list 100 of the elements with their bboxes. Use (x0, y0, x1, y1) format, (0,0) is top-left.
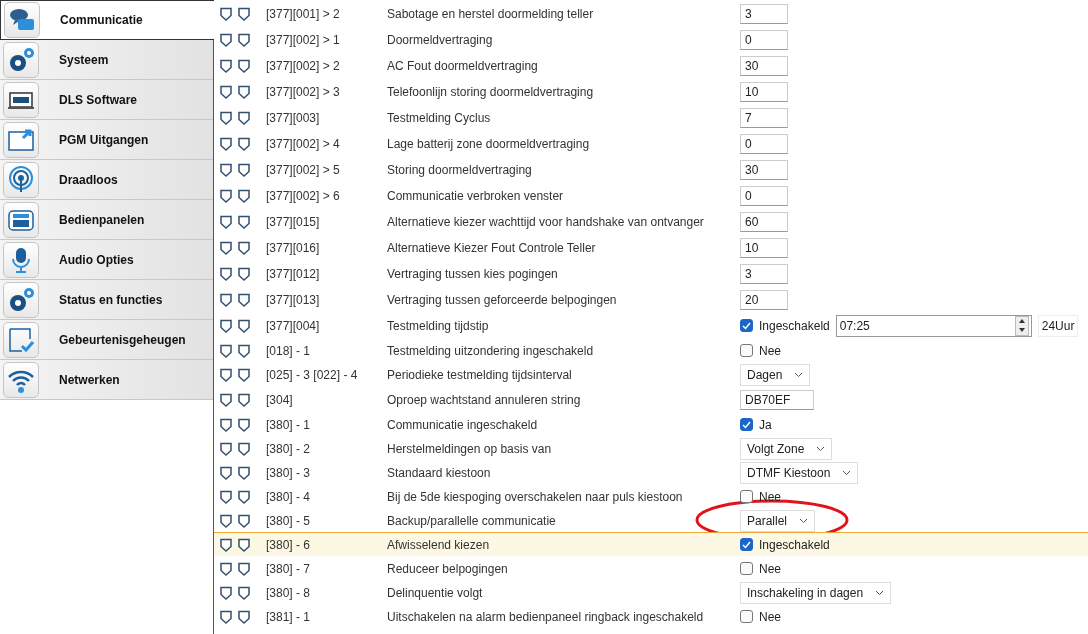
checkbox[interactable] (740, 319, 753, 332)
settings-row[interactable]: [377][016] Alternatieve Kiezer Fout Controle Teller 10 (214, 234, 1088, 260)
number-field[interactable]: 7 (740, 107, 788, 128)
settings-row[interactable]: [377][012] Vertraging tussen kies pogingen 3 (214, 260, 1088, 286)
sidebar-item[interactable]: Bedienpanelen (0, 200, 213, 240)
shield-icon[interactable] (220, 465, 232, 480)
shield-icon[interactable] (220, 392, 232, 407)
shield-icon[interactable] (220, 110, 232, 125)
settings-row[interactable]: [377][002] > 5 Storing doormeldvertraging 30 (214, 156, 1088, 182)
settings-row[interactable]: [381] - 1 Uitschakelen na alarm bedienpaneel ringback ingeschakeld Nee (214, 604, 1088, 628)
sidebar-item[interactable]: Status en functies (0, 280, 213, 320)
settings-row[interactable]: [377][002] > 2 AC Fout doormeldvertraging 30 (214, 52, 1088, 78)
shield-icon[interactable] (220, 162, 232, 177)
sidebar-item[interactable]: Audio Opties (0, 240, 213, 280)
sidebar-item[interactable]: Gebeurtenisgeheugen (0, 320, 213, 360)
settings-row[interactable]: [377][002] > 6 Communicatie verbroken venster 0 (214, 182, 1088, 208)
sidebar-item[interactable]: PGM Uitgangen (0, 120, 213, 160)
shield-icon[interactable] (220, 240, 232, 255)
shield-icon[interactable] (238, 561, 250, 576)
settings-row[interactable]: [377][001] > 2 Sabotage en herstel doormelding teller 3 (214, 0, 1088, 26)
settings-row[interactable]: [377][003] Testmelding Cyclus 7 (214, 104, 1088, 130)
shield-icon[interactable] (220, 417, 232, 432)
shield-icon[interactable] (238, 266, 250, 281)
shield-icon[interactable] (220, 561, 232, 576)
shield-icon[interactable] (238, 240, 250, 255)
dropdown[interactable]: DTMF Kiestoon (740, 461, 859, 484)
shield-icon[interactable] (238, 367, 250, 382)
settings-row[interactable]: [304] Oproep wachtstand annuleren string DB70EF (214, 386, 1088, 412)
settings-row[interactable]: [380] - 1 Communicatie ingeschakeld Ja (214, 412, 1088, 436)
settings-row[interactable]: [377][004] Testmelding tijdstip Ingeschakeld 07:25 24Uur (214, 312, 1088, 338)
shield-icon[interactable] (238, 465, 250, 480)
shield-icon[interactable] (220, 441, 232, 456)
number-field[interactable]: 3 (740, 263, 788, 284)
shield-icon[interactable] (238, 609, 250, 624)
shield-icon[interactable] (238, 392, 250, 407)
shield-icon[interactable] (238, 537, 250, 552)
shield-icon[interactable] (238, 292, 250, 307)
checkbox[interactable] (740, 490, 753, 503)
shield-icon[interactable] (238, 318, 250, 333)
shield-icon[interactable] (238, 188, 250, 203)
shield-icon[interactable] (220, 537, 232, 552)
sidebar-item[interactable]: DLS Software (0, 80, 213, 120)
number-field[interactable]: 60 (740, 211, 788, 232)
shield-icon[interactable] (238, 84, 250, 99)
settings-row[interactable]: [380] - 5 Backup/parallelle communicatie Parallel (214, 508, 1088, 532)
dropdown[interactable]: Dagen (740, 363, 811, 386)
shield-icon[interactable] (238, 489, 250, 504)
shield-icon[interactable] (238, 441, 250, 456)
shield-icon[interactable] (220, 585, 232, 600)
settings-row[interactable]: [380] - 3 Standaard kiestoon DTMF Kiestoon (214, 460, 1088, 484)
shield-icon[interactable] (220, 32, 232, 47)
shield-icon[interactable] (238, 417, 250, 432)
checkbox[interactable] (740, 418, 753, 431)
shield-icon[interactable] (220, 214, 232, 229)
shield-icon[interactable] (238, 136, 250, 151)
shield-icon[interactable] (220, 292, 232, 307)
shield-icon[interactable] (238, 585, 250, 600)
number-field[interactable]: 0 (740, 133, 788, 154)
text-field[interactable]: DB70EF (740, 389, 814, 410)
time-format-dropdown[interactable]: 24Uur (1037, 314, 1079, 337)
shield-icon[interactable] (238, 343, 250, 358)
shield-icon[interactable] (220, 367, 232, 382)
settings-row[interactable]: [377][002] > 3 Telefoonlijn storing doormeldvertraging 10 (214, 78, 1088, 104)
checkbox[interactable] (740, 562, 753, 575)
shield-icon[interactable] (220, 609, 232, 624)
settings-row[interactable]: [380] - 4 Bij de 5de kiespoging overschakelen naar puls kiestoon Nee (214, 484, 1088, 508)
settings-row[interactable]: [025] - 3 [022] - 4 Periodieke testmelding tijdsinterval Dagen (214, 362, 1088, 386)
dropdown[interactable]: Inschakeling in dagen (740, 581, 892, 604)
number-field[interactable]: 10 (740, 81, 788, 102)
shield-icon[interactable] (220, 489, 232, 504)
shield-icon[interactable] (238, 162, 250, 177)
shield-icon[interactable] (220, 58, 232, 73)
settings-row[interactable]: [380] - 7 Reduceer belpogingen Nee (214, 556, 1088, 580)
number-field[interactable]: 3 (740, 3, 788, 24)
shield-icon[interactable] (220, 513, 232, 528)
checkbox[interactable] (740, 610, 753, 623)
shield-icon[interactable] (220, 6, 232, 21)
sidebar-item[interactable]: Systeem (0, 40, 213, 80)
shield-icon[interactable] (238, 58, 250, 73)
checkbox[interactable] (740, 344, 753, 357)
checkbox[interactable] (740, 538, 753, 551)
sidebar-item[interactable]: Communicatie (0, 0, 214, 40)
shield-icon[interactable] (220, 266, 232, 281)
shield-icon[interactable] (220, 84, 232, 99)
number-field[interactable]: 10 (740, 237, 788, 258)
time-field[interactable]: 07:25 (835, 314, 1032, 337)
shield-icon[interactable] (238, 110, 250, 125)
sidebar-item[interactable]: Draadloos (0, 160, 213, 200)
shield-icon[interactable] (238, 6, 250, 21)
shield-icon[interactable] (220, 188, 232, 203)
settings-row[interactable]: [380] - 6 Afwisselend kiezen Ingeschakeld (214, 532, 1088, 556)
settings-row[interactable]: [377][013] Vertraging tussen geforceerde belpogingen 20 (214, 286, 1088, 312)
shield-icon[interactable] (238, 214, 250, 229)
shield-icon[interactable] (238, 32, 250, 47)
number-field[interactable]: 20 (740, 289, 788, 310)
shield-icon[interactable] (220, 136, 232, 151)
settings-row[interactable]: [377][002] > 4 Lage batterij zone doormeldvertraging 0 (214, 130, 1088, 156)
number-field[interactable]: 30 (740, 55, 788, 76)
shield-icon[interactable] (220, 318, 232, 333)
number-field[interactable]: 0 (740, 185, 788, 206)
